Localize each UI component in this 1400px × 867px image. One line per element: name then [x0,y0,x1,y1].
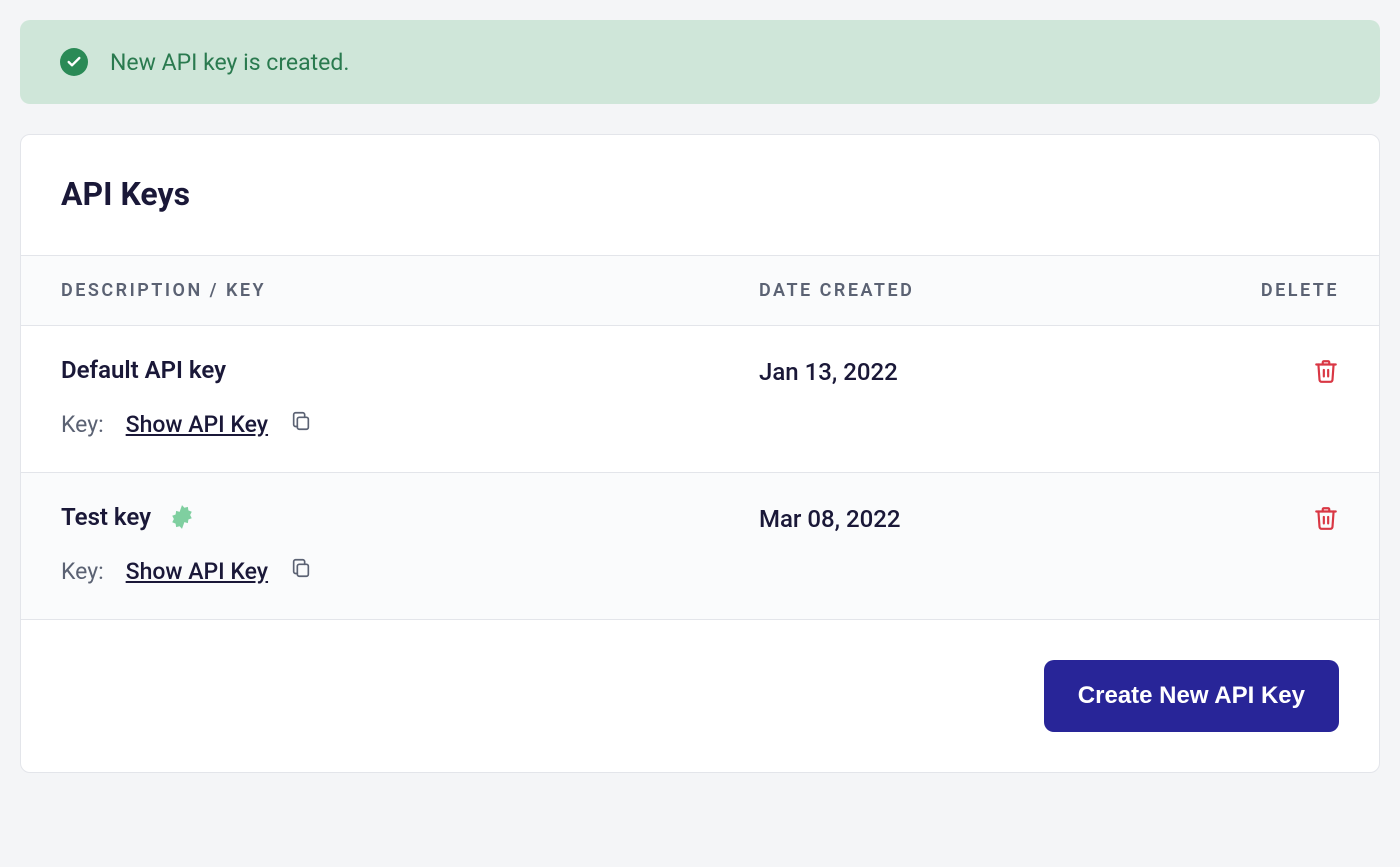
table-row: Test key Key: Show API Key Mar 08, [21,473,1379,620]
copy-icon[interactable] [290,557,312,585]
delete-cell [1139,356,1339,388]
show-api-key-link[interactable]: Show API Key [126,411,268,438]
column-description: DESCRIPTION / KEY [61,280,759,301]
copy-icon[interactable] [290,410,312,438]
key-label: Key: [61,411,104,438]
table-row: Default API key Key: Show API Key Jan 13… [21,326,1379,473]
description-cell: Default API key Key: Show API Key [61,356,759,438]
card-title: API Keys [61,175,1339,213]
api-key-name-text: Default API key [61,356,226,384]
api-key-name: Test key [61,503,759,531]
check-circle-icon [60,48,88,76]
create-new-api-key-button[interactable]: Create New API Key [1044,660,1339,732]
table-header: DESCRIPTION / KEY DATE CREATED DELETE [21,255,1379,326]
trash-icon[interactable] [1313,505,1339,535]
success-alert: New API key is created. [20,20,1380,104]
alert-message: New API key is created. [110,49,349,76]
new-badge-icon [169,504,195,530]
column-date: DATE CREATED [759,280,1139,301]
delete-cell [1139,503,1339,535]
card-footer: Create New API Key [21,620,1379,772]
date-created-cell: Mar 08, 2022 [759,503,1139,533]
api-key-name-text: Test key [61,503,151,531]
card-header: API Keys [21,135,1379,255]
key-line: Key: Show API Key [61,557,759,585]
api-keys-card: API Keys DESCRIPTION / KEY DATE CREATED … [20,134,1380,773]
key-line: Key: Show API Key [61,410,759,438]
description-cell: Test key Key: Show API Key [61,503,759,585]
date-created-cell: Jan 13, 2022 [759,356,1139,386]
show-api-key-link[interactable]: Show API Key [126,558,268,585]
key-label: Key: [61,558,104,585]
api-key-name: Default API key [61,356,759,384]
column-delete: DELETE [1139,280,1339,301]
trash-icon[interactable] [1313,358,1339,388]
